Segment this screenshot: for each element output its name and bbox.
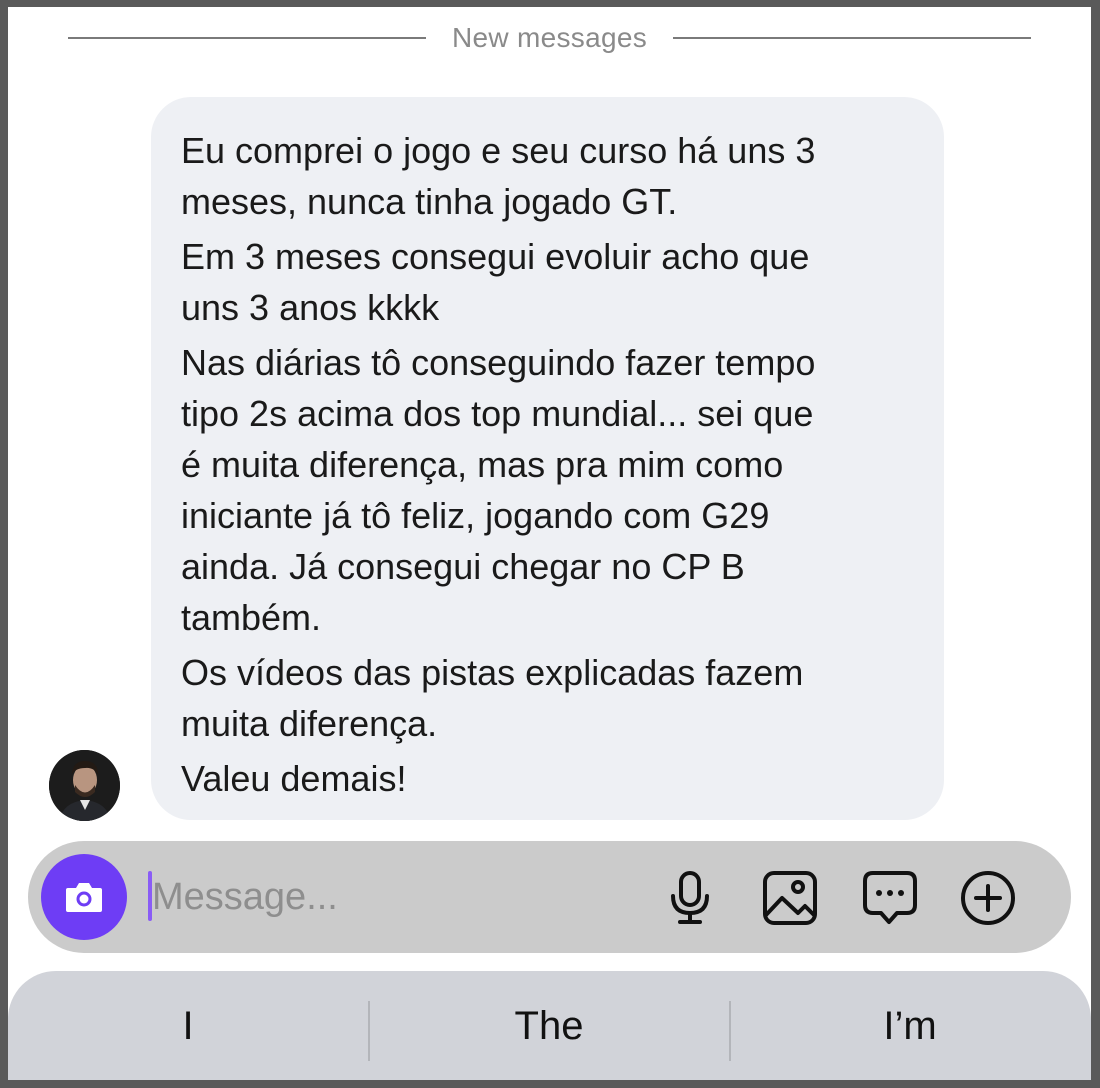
divider-line-left bbox=[67, 37, 426, 39]
sender-avatar[interactable] bbox=[49, 750, 120, 821]
suggestion-item[interactable]: The bbox=[369, 971, 729, 1080]
message-bubble[interactable]: Eu comprei o jogo e seu curso há uns 3 m… bbox=[151, 97, 944, 820]
microphone-button[interactable] bbox=[661, 869, 719, 927]
avatar-photo bbox=[49, 750, 120, 821]
divider-line-right bbox=[673, 37, 1031, 39]
message-paragraph: Valeu demais! bbox=[181, 758, 407, 799]
chat-button[interactable] bbox=[861, 869, 919, 927]
message-composer bbox=[28, 841, 1071, 953]
camera-icon bbox=[66, 883, 102, 912]
message-paragraph: Eu comprei o jogo e seu curso há uns 3 m… bbox=[181, 130, 816, 222]
suggestion-item[interactable]: I bbox=[8, 971, 368, 1080]
gallery-button[interactable] bbox=[761, 869, 819, 927]
add-button[interactable] bbox=[959, 869, 1017, 927]
keyboard-suggestion-bar: I The I’m bbox=[8, 971, 1091, 1080]
new-messages-divider: New messages bbox=[8, 21, 1091, 55]
camera-button[interactable] bbox=[41, 854, 127, 940]
plus-circle-icon bbox=[961, 871, 1015, 925]
message-input[interactable] bbox=[152, 867, 632, 927]
message-paragraph: Em 3 meses consegui evoluir acho que uns… bbox=[181, 236, 810, 328]
microphone-icon bbox=[671, 871, 709, 924]
gallery-icon bbox=[763, 871, 817, 925]
chat-screen: New messages Eu comprei o jogo e seu cur… bbox=[8, 7, 1091, 1080]
message-paragraph: Nas diárias tô conseguindo fazer tempo t… bbox=[181, 342, 816, 638]
suggestion-item[interactable]: I’m bbox=[730, 971, 1090, 1080]
message-paragraph: Os vídeos das pistas explicadas fazem mu… bbox=[181, 652, 804, 744]
new-messages-label: New messages bbox=[451, 22, 647, 53]
chat-bubble-icon bbox=[863, 871, 917, 924]
